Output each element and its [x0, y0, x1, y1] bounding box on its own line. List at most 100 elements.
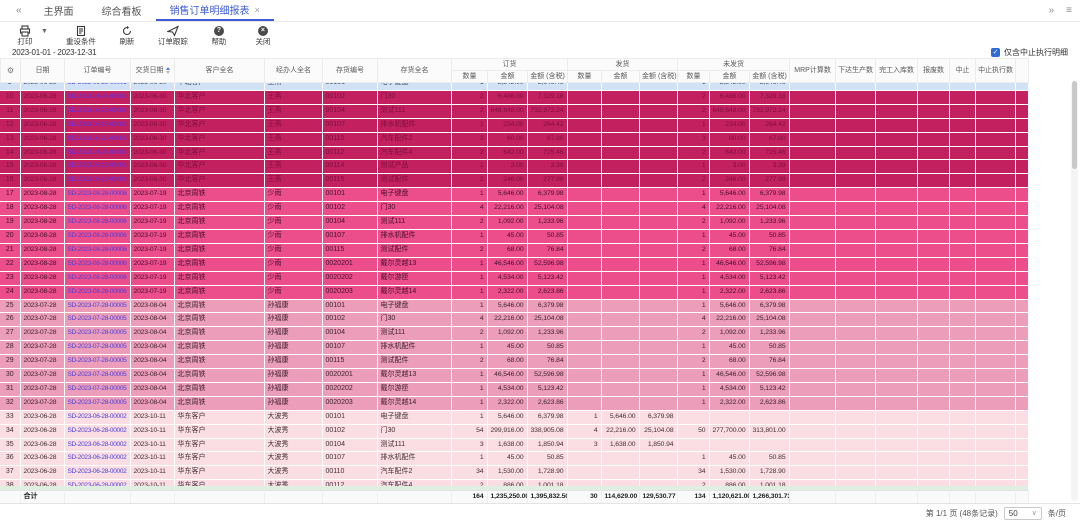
- column-header-finished-in[interactable]: 完工入库数: [876, 59, 918, 83]
- column-header-agent[interactable]: 经办人全名: [265, 59, 323, 83]
- order-no[interactable]: SD-2023-07-28-00005: [64, 299, 130, 313]
- column-header-order-no[interactable]: 订单编号: [65, 59, 131, 83]
- order-no[interactable]: SD-2023-06-28-00001: [64, 118, 130, 132]
- table-row[interactable]: 192023-08-28SD-2023-08-28-000062023-07-1…: [0, 216, 1028, 230]
- order-no[interactable]: SD-2023-06-28-00001: [64, 104, 130, 118]
- tab-main[interactable]: 主界面: [30, 0, 88, 21]
- order-no[interactable]: SD-2023-06-28-00001: [64, 83, 130, 90]
- order-no[interactable]: SD-2023-06-28-00002: [64, 438, 130, 452]
- print-button[interactable]: 打印: [12, 26, 38, 46]
- print-dropdown-icon[interactable]: ▼: [41, 28, 48, 35]
- table-row[interactable]: 202023-08-28SD-2023-08-28-000062023-07-1…: [0, 229, 1028, 243]
- column-header-suspend-exec[interactable]: 中止执行数: [976, 59, 1016, 83]
- order-no[interactable]: SD-2023-08-28-00006: [64, 285, 130, 299]
- order-no[interactable]: SD-2023-06-28-00002: [64, 452, 130, 466]
- order-no[interactable]: SD-2023-06-28-00001: [64, 160, 130, 174]
- subheader-amount[interactable]: 金额: [710, 71, 750, 83]
- table-row[interactable]: 92023-06-28SD-2023-06-28-000012023-06-30…: [0, 83, 1028, 90]
- table-row[interactable]: 282023-07-28SD-2023-07-28-000052023-08-0…: [0, 341, 1028, 355]
- table-row[interactable]: 232023-08-28SD-2023-08-28-000062023-07-1…: [0, 271, 1028, 285]
- order-no[interactable]: SD-2023-08-28-00006: [64, 229, 130, 243]
- table-row[interactable]: 292023-07-28SD-2023-07-28-000052023-08-0…: [0, 355, 1028, 369]
- table-row[interactable]: 102023-06-28SD-2023-06-28-000012023-06-3…: [0, 90, 1028, 104]
- subheader-qty[interactable]: 数量: [568, 71, 602, 83]
- table-row[interactable]: 272023-07-28SD-2023-07-28-000052023-08-0…: [0, 327, 1028, 341]
- subheader-amount[interactable]: 金额: [488, 71, 528, 83]
- subheader-amount-tax[interactable]: 金额 (含税): [750, 71, 790, 83]
- column-settings-header[interactable]: ⚙: [1, 59, 21, 83]
- close-button[interactable]: × 关闭: [250, 26, 276, 46]
- order-no[interactable]: SD-2023-06-28-00001: [64, 90, 130, 104]
- order-no[interactable]: SD-2023-08-28-00006: [64, 188, 130, 202]
- tabs-collapse-icon[interactable]: «: [8, 5, 30, 16]
- column-header-scrap[interactable]: 报废数: [918, 59, 950, 83]
- reset-conditions-button[interactable]: 重设条件: [66, 26, 96, 46]
- table-row[interactable]: 262023-07-28SD-2023-07-28-000052023-08-0…: [0, 313, 1028, 327]
- order-no[interactable]: SD-2023-07-28-00005: [64, 382, 130, 396]
- order-no[interactable]: SD-2023-07-28-00005: [64, 313, 130, 327]
- subheader-qty[interactable]: 数量: [678, 71, 710, 83]
- order-no[interactable]: SD-2023-06-28-00002: [64, 424, 130, 438]
- order-no[interactable]: SD-2023-08-28-00006: [64, 243, 130, 257]
- order-no[interactable]: SD-2023-07-28-00005: [64, 396, 130, 410]
- table-row[interactable]: 172023-08-28SD-2023-08-28-000062023-07-1…: [0, 188, 1028, 202]
- table-row[interactable]: 162023-06-28SD-2023-06-28-000012023-06-3…: [0, 174, 1028, 188]
- vertical-scrollbar[interactable]: [1071, 81, 1078, 501]
- help-button[interactable]: ? 帮助: [206, 26, 232, 46]
- table-row[interactable]: 332023-06-28SD-2023-06-28-000022023-10-1…: [0, 410, 1028, 424]
- column-header-mrp-count[interactable]: MRP计算数: [790, 59, 836, 83]
- table-row[interactable]: 142023-06-28SD-2023-06-28-000012023-06-3…: [0, 146, 1028, 160]
- table-row[interactable]: 152023-06-28SD-2023-06-28-000012023-06-3…: [0, 160, 1028, 174]
- tab-dashboard[interactable]: 综合看板: [88, 0, 156, 21]
- table-row[interactable]: 222023-08-28SD-2023-08-28-000062023-07-1…: [0, 257, 1028, 271]
- suspend-only-checkbox[interactable]: ✓: [991, 48, 1000, 57]
- order-no[interactable]: SD-2023-08-28-00006: [64, 216, 130, 230]
- column-header-item-no[interactable]: 存货编号: [323, 59, 378, 83]
- scrollbar-thumb[interactable]: [1072, 81, 1077, 169]
- table-row[interactable]: 362023-06-28SD-2023-06-28-000022023-10-1…: [0, 452, 1028, 466]
- table-row[interactable]: 322023-07-28SD-2023-07-28-000052023-08-0…: [0, 396, 1028, 410]
- subheader-amount-tax[interactable]: 金额 (含税): [640, 71, 678, 83]
- order-no[interactable]: SD-2023-07-28-00005: [64, 355, 130, 369]
- table-row[interactable]: 132023-06-28SD-2023-06-28-000012023-06-3…: [0, 132, 1028, 146]
- table-row[interactable]: 252023-07-28SD-2023-07-28-000052023-08-0…: [0, 299, 1028, 313]
- table-row[interactable]: 122023-06-28SD-2023-06-28-000012023-06-3…: [0, 118, 1028, 132]
- column-header-item-name[interactable]: 存货全名: [378, 59, 452, 83]
- table-row[interactable]: 342023-06-28SD-2023-06-28-000022023-10-1…: [0, 424, 1028, 438]
- table-row[interactable]: 212023-08-28SD-2023-08-28-000062023-07-1…: [0, 243, 1028, 257]
- table-row[interactable]: 242023-08-28SD-2023-08-28-000062023-07-1…: [0, 285, 1028, 299]
- order-no[interactable]: SD-2023-07-28-00005: [64, 327, 130, 341]
- table-row[interactable]: 112023-06-28SD-2023-06-28-000012023-06-3…: [0, 104, 1028, 118]
- column-header-customer[interactable]: 客户全名: [175, 59, 265, 83]
- tab-menu-icon[interactable]: ≡: [1066, 5, 1072, 16]
- tab-close-icon[interactable]: ×: [255, 5, 260, 15]
- refresh-button[interactable]: 刷新: [114, 26, 140, 46]
- order-no[interactable]: SD-2023-06-28-00002: [64, 466, 130, 480]
- subheader-amount[interactable]: 金额: [602, 71, 640, 83]
- order-tracking-button[interactable]: 订单跟踪: [158, 26, 188, 46]
- subheader-qty[interactable]: 数量: [452, 71, 488, 83]
- table-row[interactable]: 182023-08-28SD-2023-08-28-000062023-07-1…: [0, 202, 1028, 216]
- order-no[interactable]: SD-2023-07-28-00005: [64, 369, 130, 383]
- order-no[interactable]: SD-2023-06-28-00001: [64, 174, 130, 188]
- table-row[interactable]: 312023-07-28SD-2023-07-28-000052023-08-0…: [0, 382, 1028, 396]
- tab-overflow-icon[interactable]: »: [1049, 5, 1055, 16]
- column-header-suspend[interactable]: 中止: [950, 59, 976, 83]
- table-row[interactable]: 372023-06-28SD-2023-06-28-000022023-10-1…: [0, 466, 1028, 480]
- column-header-production-issued[interactable]: 下达生产数: [836, 59, 876, 83]
- order-no[interactable]: SD-2023-06-28-00001: [64, 132, 130, 146]
- order-no[interactable]: SD-2023-06-28-00001: [64, 146, 130, 160]
- table-row[interactable]: 352023-06-28SD-2023-06-28-000022023-10-1…: [0, 438, 1028, 452]
- page-size-select[interactable]: 50 ∨: [1004, 507, 1042, 520]
- order-no[interactable]: SD-2023-07-28-00005: [64, 341, 130, 355]
- order-no[interactable]: SD-2023-06-28-00002: [64, 410, 130, 424]
- order-no[interactable]: SD-2023-08-28-00006: [64, 271, 130, 285]
- tab-sales-order-detail-report[interactable]: 销售订单明细报表 ×: [156, 0, 274, 21]
- column-header-date[interactable]: 日期: [21, 59, 65, 83]
- sort-icon[interactable]: [166, 67, 170, 74]
- table-row[interactable]: 302023-07-28SD-2023-07-28-000052023-08-0…: [0, 369, 1028, 383]
- order-no[interactable]: SD-2023-08-28-00006: [64, 257, 130, 271]
- subheader-amount-tax[interactable]: 金额 (含税): [528, 71, 568, 83]
- order-no[interactable]: SD-2023-08-28-00006: [64, 202, 130, 216]
- column-header-delivery-date[interactable]: 交货日期: [131, 59, 175, 83]
